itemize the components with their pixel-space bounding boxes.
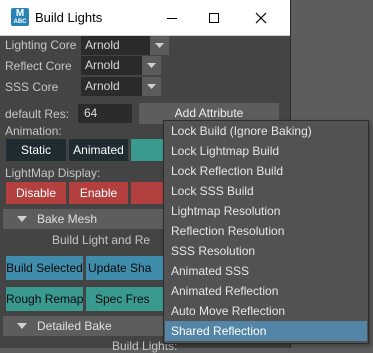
disable-button[interactable]: Disable bbox=[6, 182, 66, 204]
lighting-core-value: Arnold bbox=[85, 38, 120, 52]
animation-label: Animation: bbox=[5, 124, 62, 138]
sss-core-label: SSS Core bbox=[5, 80, 59, 94]
menu-item-reflection-resolution[interactable]: Reflection Resolution bbox=[165, 221, 367, 241]
animation-option-button-partial[interactable] bbox=[131, 139, 163, 161]
maya-app-icon: M ABC bbox=[11, 8, 29, 26]
close-icon bbox=[255, 12, 267, 24]
bake-mesh-title: Bake Mesh bbox=[37, 212, 98, 226]
lighting-core-label: Lighting Core bbox=[5, 38, 77, 52]
collapse-triangle-icon bbox=[17, 323, 27, 329]
minimize-icon bbox=[167, 18, 177, 19]
static-button[interactable]: Static bbox=[6, 139, 66, 161]
menu-item-auto-move-reflection[interactable]: Auto Move Reflection bbox=[165, 301, 367, 321]
menu-item-animated-reflection[interactable]: Animated Reflection bbox=[165, 281, 367, 301]
reflect-core-value: Arnold bbox=[85, 58, 120, 72]
enable-button[interactable]: Enable bbox=[69, 182, 128, 204]
animated-button[interactable]: Animated bbox=[69, 139, 128, 161]
rough-remap-button[interactable]: Rough Remap bbox=[6, 287, 83, 311]
maximize-button[interactable] bbox=[196, 5, 232, 31]
sss-core-dropdown[interactable]: Arnold bbox=[81, 77, 161, 96]
menu-item-lock-build[interactable]: Lock Build (Ignore Baking) bbox=[165, 121, 367, 141]
update-shading-button[interactable]: Update Sha bbox=[86, 256, 163, 280]
maximize-icon bbox=[209, 13, 219, 23]
spec-fresnel-button[interactable]: Spec Fres bbox=[86, 287, 163, 311]
window-title: Build Lights bbox=[35, 10, 103, 25]
close-button[interactable] bbox=[243, 5, 279, 31]
menu-item-lock-reflection-build[interactable]: Lock Reflection Build bbox=[165, 161, 367, 181]
default-res-label: default Res: bbox=[5, 107, 70, 121]
default-res-field[interactable]: 64 bbox=[78, 104, 132, 123]
collapse-triangle-icon bbox=[17, 216, 27, 222]
reflect-core-label: Reflect Core bbox=[5, 59, 72, 73]
menu-item-sss-resolution[interactable]: SSS Resolution bbox=[165, 241, 367, 261]
app-icon-subtext: ABC bbox=[13, 19, 27, 25]
lightmap-display-label: LightMap Display: bbox=[5, 166, 101, 180]
menu-item-lock-lightmap-build[interactable]: Lock Lightmap Build bbox=[165, 141, 367, 161]
lighting-core-dropdown[interactable]: Arnold bbox=[81, 36, 169, 55]
reflect-core-dropdown[interactable]: Arnold bbox=[81, 56, 161, 75]
app-icon-letter: M bbox=[15, 8, 25, 19]
menu-item-animated-sss[interactable]: Animated SSS bbox=[165, 261, 367, 281]
lightmap-option-button-partial[interactable] bbox=[131, 182, 163, 204]
minimize-button[interactable] bbox=[154, 5, 190, 31]
chevron-down-icon bbox=[150, 36, 169, 55]
menu-item-lightmap-resolution[interactable]: Lightmap Resolution bbox=[165, 201, 367, 221]
menu-item-shared-reflection[interactable]: Shared Reflection bbox=[165, 321, 367, 341]
detailed-bake-title: Detailed Bake bbox=[37, 319, 112, 333]
chevron-down-icon bbox=[142, 77, 161, 96]
chevron-down-icon bbox=[142, 56, 161, 75]
bake-mesh-subtitle: Build Light and Re bbox=[52, 233, 151, 247]
build-selected-button[interactable]: Build Selected bbox=[6, 256, 83, 280]
add-attribute-menu: Lock Build (Ignore Baking) Lock Lightmap… bbox=[163, 120, 369, 344]
menu-item-lock-sss-build[interactable]: Lock SSS Build bbox=[165, 181, 367, 201]
sss-core-value: Arnold bbox=[85, 79, 120, 93]
title-bar[interactable]: M ABC Build Lights bbox=[0, 0, 290, 36]
